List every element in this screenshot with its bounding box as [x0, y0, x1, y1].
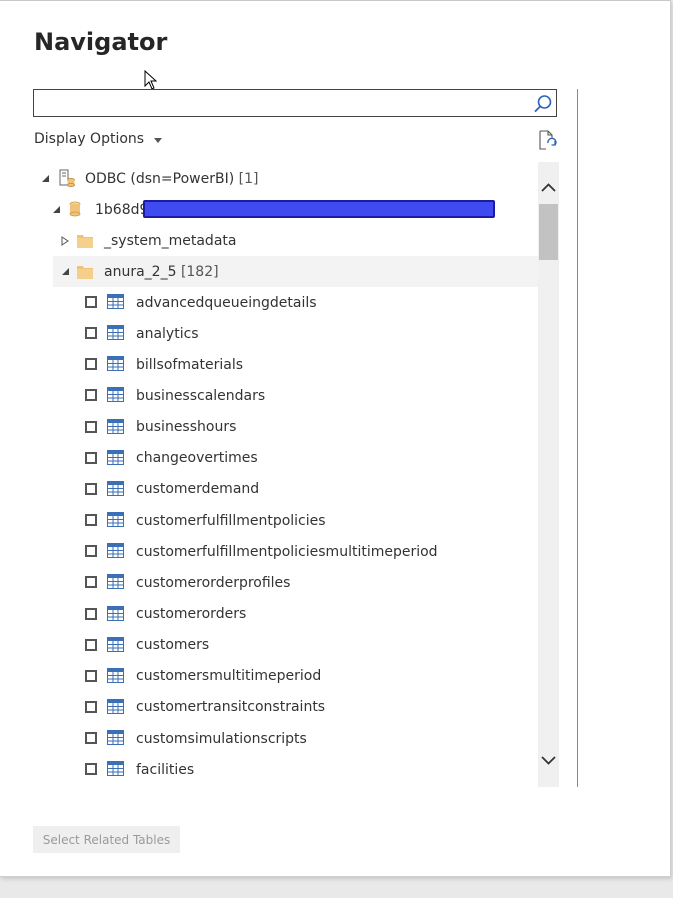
folder-icon [77, 266, 93, 279]
table-row[interactable]: customerfulfillmentpoliciesmultitimeperi… [33, 536, 538, 567]
table-icon [107, 294, 124, 309]
table-checkbox[interactable] [85, 358, 97, 371]
table-row[interactable]: customertransitconstraints [33, 692, 538, 723]
dialog-top-edge [0, 0, 670, 1]
tree-node-database[interactable]: 1b68d9 [33, 194, 538, 225]
database-icon [69, 201, 81, 217]
navigator-dialog: Navigator Display Options ODBC (dsn=Powe… [0, 0, 671, 877]
table-checkbox[interactable] [85, 700, 97, 713]
vertical-scrollbar[interactable] [538, 162, 559, 787]
table-row[interactable]: customersmultitimeperiod [33, 661, 538, 692]
scrollbar-thumb[interactable] [539, 204, 558, 260]
table-name: customerorderprofiles [136, 574, 291, 591]
table-row[interactable]: advancedqueueingdetails [33, 287, 538, 318]
tree-node-odbc[interactable]: ODBC (dsn=PowerBI) [1] [33, 163, 538, 194]
table-checkbox[interactable] [85, 327, 97, 340]
table-name: changeovertimes [136, 450, 258, 467]
table-name: customsimulationscripts [136, 730, 307, 747]
table-checkbox[interactable] [85, 732, 97, 745]
expanded-triangle-icon[interactable] [60, 267, 70, 277]
table-icon [107, 761, 124, 777]
chevron-down-icon [154, 137, 163, 143]
display-options-dropdown[interactable]: Display Options [34, 131, 163, 147]
expanded-triangle-icon[interactable] [51, 205, 61, 215]
table-icon [107, 480, 124, 496]
pane-divider [577, 89, 578, 787]
redaction-bar [143, 200, 495, 218]
tree-node-schema-selected[interactable]: anura_2_5 [182] [53, 256, 538, 287]
table-row[interactable]: analytics [33, 318, 538, 349]
schema-label: anura_2_5 [182] [104, 263, 219, 280]
table-row[interactable]: businesscalendars [33, 380, 538, 411]
table-icon [107, 574, 124, 590]
table-name: customerorders [136, 606, 247, 622]
table-row[interactable]: businesshours [33, 412, 538, 443]
table-name: customerdemand [136, 481, 260, 498]
table-checkbox[interactable] [85, 545, 97, 558]
tree-node-schema[interactable]: _system_metadata [33, 225, 538, 256]
table-icon [107, 667, 124, 683]
table-icon [107, 605, 124, 621]
table-name: customerfulfillmentpoliciesmultitimeperi… [136, 543, 438, 560]
table-icon [107, 418, 124, 434]
table-name: analytics [136, 325, 199, 342]
table-checkbox[interactable] [85, 514, 97, 527]
table-checkbox[interactable] [85, 669, 97, 682]
search-icon[interactable] [533, 94, 553, 114]
expanded-triangle-icon[interactable] [40, 174, 50, 184]
table-name: facilities [136, 761, 195, 778]
table-checkbox[interactable] [85, 638, 97, 651]
table-icon [107, 325, 124, 341]
tree-node-label: ODBC (dsn=PowerBI) [1] [85, 170, 259, 187]
table-icon [107, 387, 124, 403]
table-checkbox[interactable] [85, 607, 97, 620]
table-checkbox[interactable] [85, 451, 97, 464]
refresh-icon[interactable] [537, 130, 557, 150]
folder-icon [77, 235, 93, 248]
table-name: billsofmaterials [136, 356, 244, 373]
table-row[interactable]: customerdemand [33, 474, 538, 505]
table-icon [107, 512, 124, 528]
search-input[interactable] [38, 93, 532, 115]
table-icon [107, 730, 124, 746]
table-row[interactable]: facilities [33, 754, 538, 785]
table-name: customertransitconstraints [136, 699, 326, 716]
chevron-down-icon[interactable] [538, 750, 559, 770]
table-row[interactable]: billsofmaterials [33, 349, 538, 380]
table-row[interactable]: customerfulfillmentpolicies [33, 505, 538, 536]
table-checkbox[interactable] [85, 420, 97, 433]
table-row[interactable]: customerorderprofiles [33, 567, 538, 598]
table-checkbox[interactable] [85, 389, 97, 402]
table-icon [107, 449, 124, 465]
select-related-tables-button[interactable]: Select Related Tables [33, 826, 180, 853]
page-title: Navigator [34, 28, 168, 56]
table-checkbox[interactable] [85, 576, 97, 589]
mouse-cursor-icon [144, 70, 158, 90]
table-checkbox[interactable] [85, 482, 97, 495]
table-row[interactable]: customers [33, 630, 538, 661]
table-icon [107, 356, 124, 372]
table-checkbox[interactable] [85, 763, 97, 776]
table-row[interactable]: customerorders [33, 599, 538, 630]
table-name: advancedqueueingdetails [136, 294, 317, 311]
table-name: businesscalendars [136, 387, 266, 404]
search-box [33, 89, 557, 117]
chevron-up-icon[interactable] [538, 178, 559, 198]
odbc-server-icon [59, 169, 75, 187]
table-row[interactable]: changeovertimes [33, 443, 538, 474]
navigator-tree: ODBC (dsn=PowerBI) [1] 1b68d9 _system_me… [33, 162, 538, 787]
table-name: customers [136, 637, 210, 654]
schema-label: _system_metadata [104, 232, 237, 249]
table-name: customersmultitimeperiod [136, 668, 322, 685]
table-icon [107, 698, 124, 714]
table-icon [107, 636, 124, 652]
table-name: businesshours [136, 419, 237, 436]
display-options-label: Display Options [34, 131, 145, 147]
collapsed-triangle-icon[interactable] [60, 236, 70, 246]
table-icon [107, 543, 124, 559]
database-name: 1b68d9 [95, 201, 149, 218]
table-row[interactable]: customsimulationscripts [33, 723, 538, 754]
table-name: customerfulfillmentpolicies [136, 512, 326, 529]
table-checkbox[interactable] [85, 296, 97, 308]
